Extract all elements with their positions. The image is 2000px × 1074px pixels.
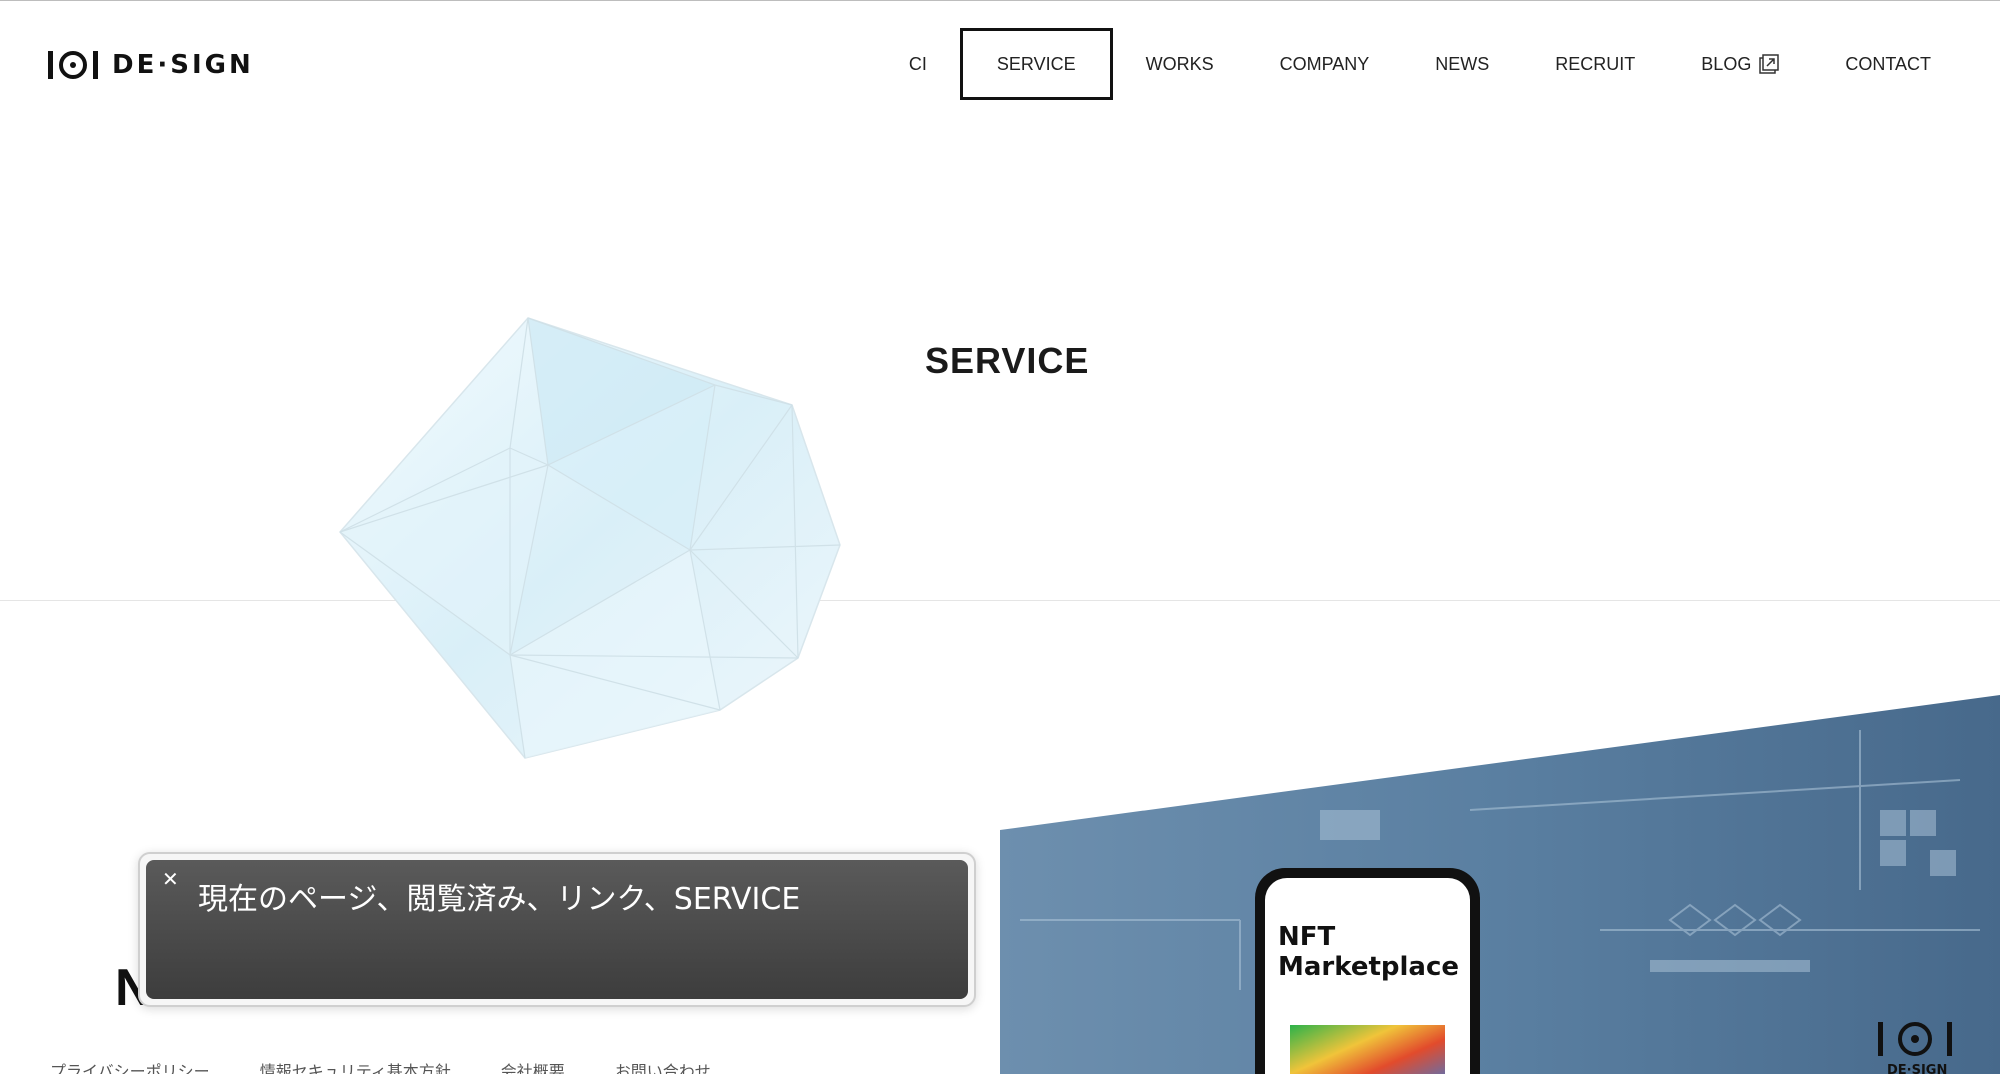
voiceover-caption-body: ✕ 現在のページ、閲覧済み、リンク、SERVICE (146, 860, 968, 999)
nav-blog[interactable]: BLOG (1668, 28, 1812, 100)
phone-title-line1: NFT (1278, 922, 1336, 952)
window-top-border (0, 0, 2000, 1)
nft-marketplace-photo: NFT Marketplace DE·SIGN (1000, 695, 2000, 1074)
nav-company[interactable]: COMPANY (1247, 28, 1403, 100)
nav-blog-label: BLOG (1701, 53, 1752, 74)
close-icon[interactable]: ✕ (162, 870, 182, 890)
page-title: SERVICE (925, 340, 1090, 381)
site-logo[interactable]: DE·SIGN (48, 48, 254, 82)
footer-link-security-policy[interactable]: 情報セキュリティ基本方針 (260, 1058, 451, 1074)
footer-links: プライバシーポリシー 情報セキュリティ基本方針 会社概要 お問い合わせ (50, 1058, 711, 1074)
section-divider (0, 600, 2000, 601)
voiceover-caption-text: 現在のページ、閲覧済み、リンク、SERVICE (198, 882, 801, 917)
external-link-icon (1759, 54, 1780, 74)
logo-mark-icon (48, 51, 98, 79)
footer-link-privacy[interactable]: プライバシーポリシー (50, 1058, 210, 1074)
nav-ci[interactable]: CI (876, 28, 960, 100)
phone-title-line2: Marketplace (1278, 952, 1459, 982)
nav-contact[interactable]: CONTACT (1812, 28, 1964, 100)
corner-logo-text: DE·SIGN (1887, 1063, 1947, 1074)
nav-news[interactable]: NEWS (1402, 28, 1522, 100)
voiceover-caption-panel: ✕ 現在のページ、閲覧済み、リンク、SERVICE (138, 852, 976, 1007)
main-nav: CI SERVICE WORKS COMPANY NEWS RECRUIT BL… (876, 28, 1964, 100)
footer-link-company[interactable]: 会社概要 (501, 1058, 565, 1074)
polyhedron-graphic (339, 317, 841, 759)
nav-recruit[interactable]: RECRUIT (1522, 28, 1668, 100)
logo-text: DE·SIGN (112, 50, 254, 80)
footer-link-contact[interactable]: お問い合わせ (615, 1058, 711, 1074)
nav-service[interactable]: SERVICE (959, 28, 1113, 100)
nav-works[interactable]: WORKS (1113, 28, 1247, 100)
